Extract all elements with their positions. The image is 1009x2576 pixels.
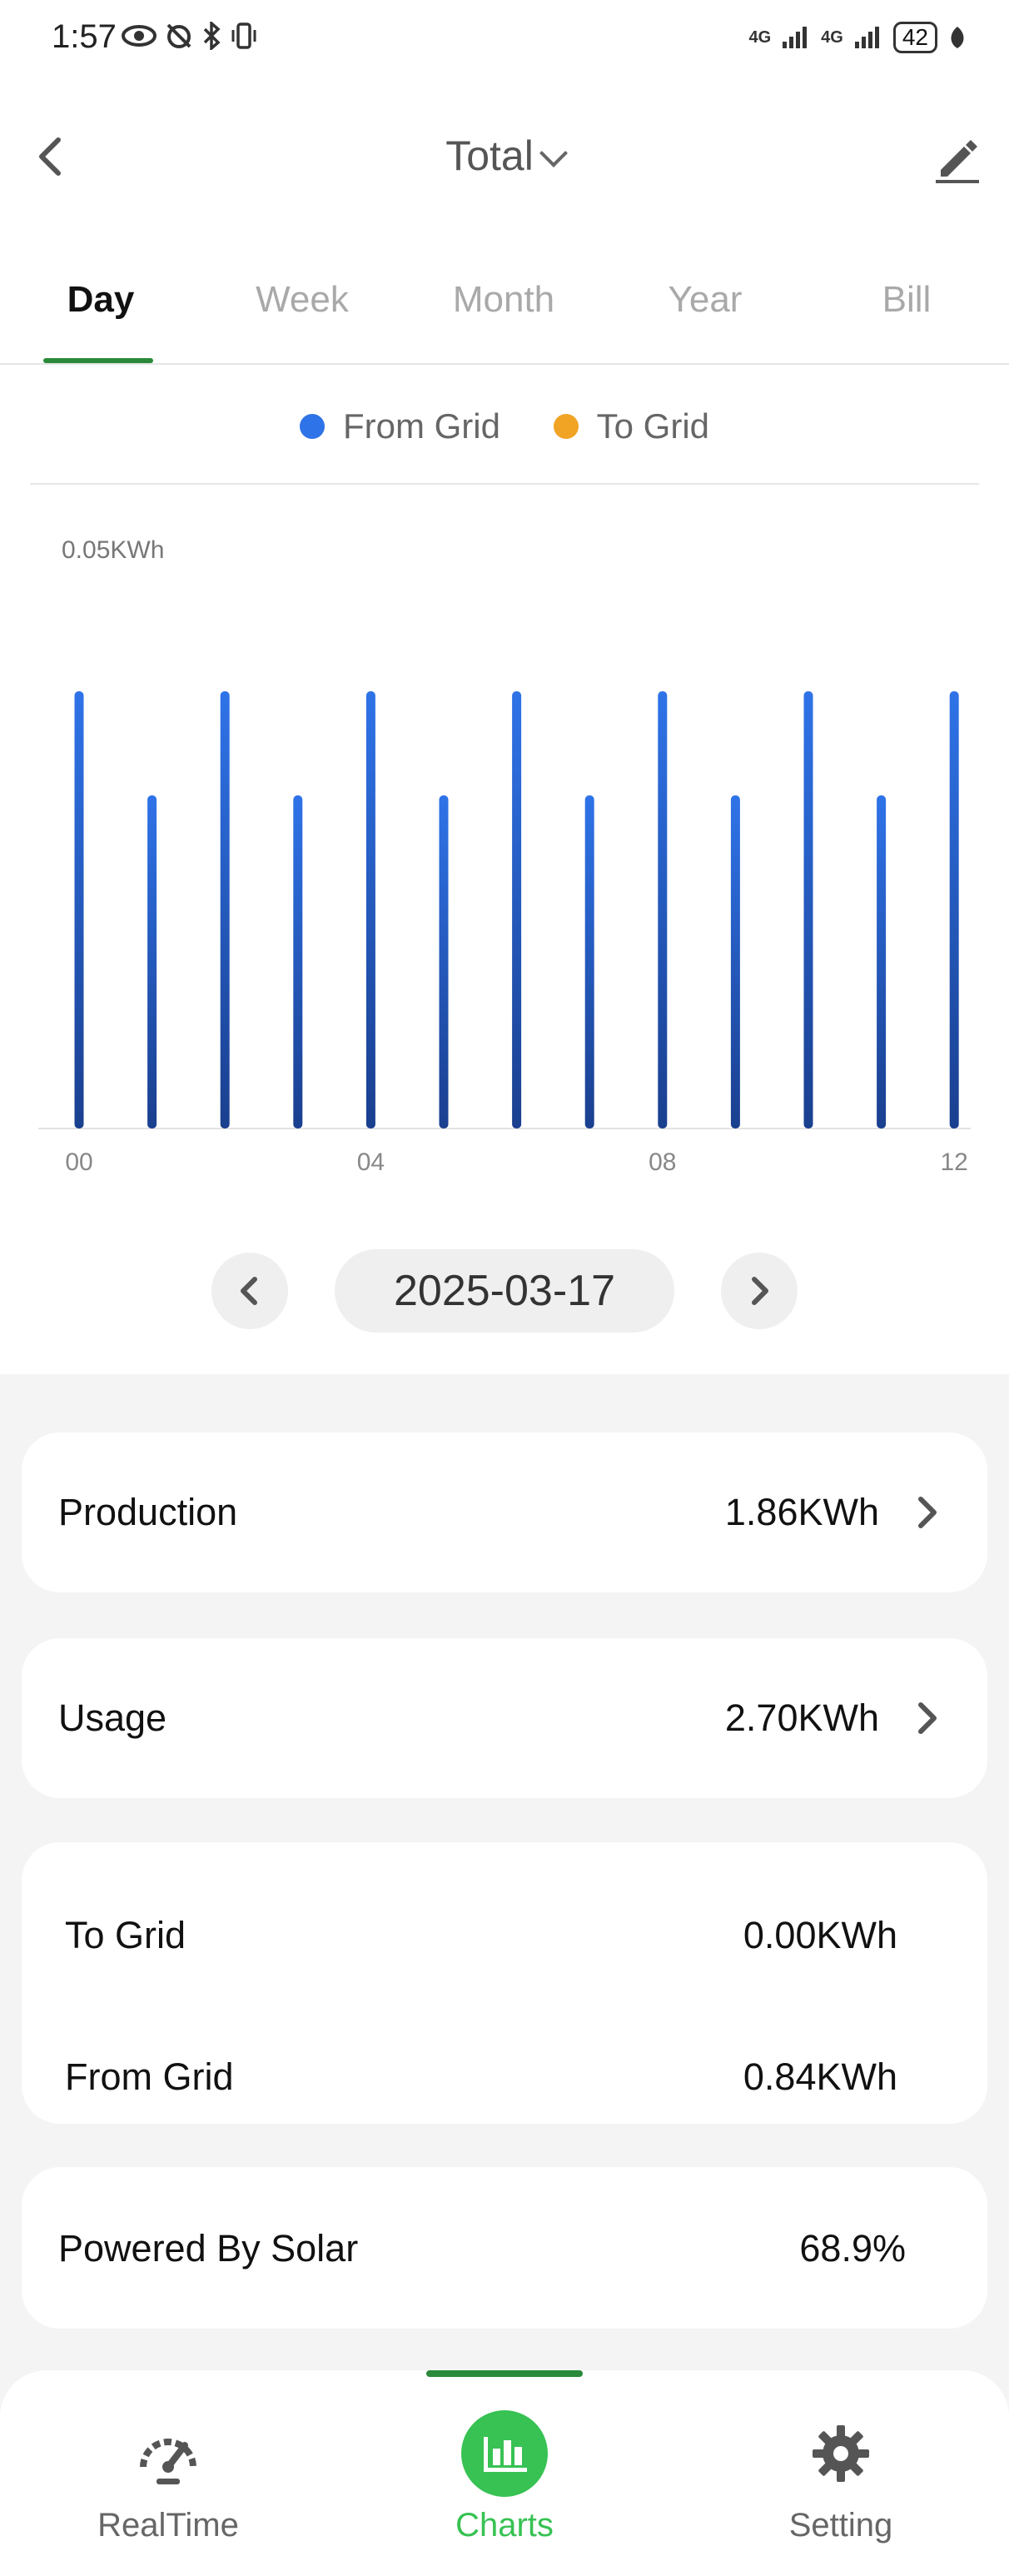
x-tick-label: 08 bbox=[649, 1148, 676, 1176]
bar-07 bbox=[584, 795, 594, 1129]
grid-exchange-card: To Grid 0.00KWh From Grid 0.84KWh bbox=[22, 1842, 987, 2124]
active-tab-indicator bbox=[43, 358, 153, 363]
header: Total bbox=[0, 125, 1009, 192]
solar-label: Powered By Solar bbox=[58, 2227, 359, 2270]
bar-04 bbox=[365, 691, 375, 1129]
date-navigator: 2025-03-17 bbox=[0, 1249, 1009, 1333]
alarm-off-icon bbox=[167, 23, 191, 48]
x-tick-label: 00 bbox=[65, 1148, 92, 1176]
tab-bill[interactable]: Bill bbox=[815, 267, 998, 363]
bottom-navigation: RealTime Charts Setting bbox=[0, 2370, 1009, 2576]
legend-item-to-grid[interactable]: To Grid bbox=[553, 406, 710, 446]
bar-05 bbox=[439, 795, 449, 1129]
signal-label-1: 4G bbox=[748, 27, 772, 47]
battery-indicator: 42 bbox=[892, 22, 937, 53]
prev-date-button[interactable] bbox=[211, 1253, 288, 1329]
solar-value: 68.9% bbox=[799, 2227, 906, 2270]
signal-label-2: 4G bbox=[821, 27, 843, 47]
vibrate-icon bbox=[231, 22, 256, 49]
gear-icon bbox=[813, 2425, 869, 2482]
bar-02 bbox=[220, 691, 230, 1129]
date-display[interactable]: 2025-03-17 bbox=[335, 1249, 674, 1333]
status-bar: 1:57 4G 4G 42 bbox=[0, 0, 1009, 80]
y-axis-label: 0.05KWh bbox=[62, 536, 164, 564]
legend-item-from-grid[interactable]: From Grid bbox=[299, 406, 500, 446]
usage-label: Usage bbox=[58, 1697, 167, 1739]
status-left-icons bbox=[122, 22, 258, 50]
nav-realtime[interactable]: RealTime bbox=[43, 2420, 293, 2570]
status-time: 1:57 bbox=[52, 18, 117, 55]
chevron-down-icon bbox=[539, 139, 568, 167]
chart-bars bbox=[74, 691, 959, 1129]
bar-12 bbox=[949, 691, 959, 1129]
from-grid-value: 0.84KWh bbox=[743, 2055, 897, 2098]
active-nav-indicator bbox=[426, 2370, 583, 2377]
legend-label-from-grid: From Grid bbox=[342, 406, 500, 446]
chevron-left-icon bbox=[241, 1277, 257, 1305]
legend-dot-from-grid bbox=[299, 414, 325, 439]
usage-value: 2.70KWh bbox=[724, 1697, 879, 1739]
page-title: Total bbox=[445, 132, 534, 179]
x-tick-label: 12 bbox=[941, 1148, 968, 1176]
chevron-right-icon bbox=[752, 1277, 768, 1305]
bar-06 bbox=[512, 691, 522, 1129]
tab-month-label: Month bbox=[452, 279, 555, 320]
tab-year[interactable]: Year bbox=[614, 267, 797, 363]
legend-divider bbox=[30, 483, 979, 485]
nav-charts-label: Charts bbox=[455, 2507, 554, 2544]
tab-bill-label: Bill bbox=[882, 279, 932, 320]
chevron-right-icon bbox=[918, 1497, 937, 1528]
nav-charts[interactable]: Charts bbox=[380, 2410, 629, 2570]
x-tick-label: 04 bbox=[357, 1148, 385, 1176]
usage-bar-chart: 0.05KWh 00040812162023 bbox=[38, 536, 971, 1176]
tab-week-label: Week bbox=[256, 279, 349, 320]
edit-icon[interactable] bbox=[931, 132, 984, 185]
bar-03 bbox=[293, 795, 303, 1129]
production-label: Production bbox=[58, 1491, 238, 1533]
to-grid-label: To Grid bbox=[65, 1914, 186, 1956]
to-grid-value: 0.00KWh bbox=[743, 1914, 897, 1956]
production-value: 1.86KWh bbox=[724, 1491, 879, 1533]
usage-card[interactable]: Usage 2.70KWh bbox=[22, 1638, 987, 1798]
bar-00 bbox=[74, 691, 84, 1129]
bar-09 bbox=[730, 795, 740, 1129]
status-right-icons: 4G 4G 42 bbox=[748, 22, 967, 53]
signal-bars-icon-2 bbox=[854, 27, 879, 48]
production-card[interactable]: Production 1.86KWh bbox=[22, 1432, 987, 1592]
next-date-button[interactable] bbox=[721, 1253, 798, 1329]
period-tabs: Day Week Month Year Bill bbox=[0, 267, 1009, 365]
chart-legend: From Grid To Grid bbox=[0, 406, 1009, 447]
bluetooth-icon bbox=[203, 22, 221, 50]
bar-chart-icon bbox=[461, 2410, 548, 2497]
tab-year-label: Year bbox=[668, 279, 743, 320]
signal-bars-icon-1 bbox=[783, 27, 808, 48]
bar-11 bbox=[877, 795, 887, 1129]
leaf-icon bbox=[951, 27, 964, 48]
speedometer-icon bbox=[140, 2439, 196, 2484]
tab-week[interactable]: Week bbox=[211, 267, 394, 363]
tab-day[interactable]: Day bbox=[9, 267, 192, 363]
tab-day-label: Day bbox=[67, 279, 135, 320]
chevron-right-icon bbox=[918, 1702, 937, 1734]
legend-dot-to-grid bbox=[553, 414, 579, 439]
chart-x-ticks: 00040812162023 bbox=[65, 1148, 968, 1176]
nav-setting[interactable]: Setting bbox=[716, 2420, 966, 2570]
legend-label-to-grid: To Grid bbox=[596, 406, 710, 446]
nav-setting-label: Setting bbox=[788, 2507, 893, 2544]
bar-01 bbox=[147, 795, 157, 1129]
nav-realtime-label: RealTime bbox=[97, 2507, 239, 2544]
bar-08 bbox=[658, 691, 668, 1129]
eye-icon bbox=[122, 25, 157, 47]
tab-month[interactable]: Month bbox=[412, 267, 595, 363]
from-grid-label: From Grid bbox=[65, 2055, 234, 2098]
powered-by-solar-card: Powered By Solar 68.9% bbox=[22, 2167, 987, 2329]
title-selector[interactable]: Total bbox=[0, 132, 1009, 180]
bar-10 bbox=[803, 691, 813, 1129]
